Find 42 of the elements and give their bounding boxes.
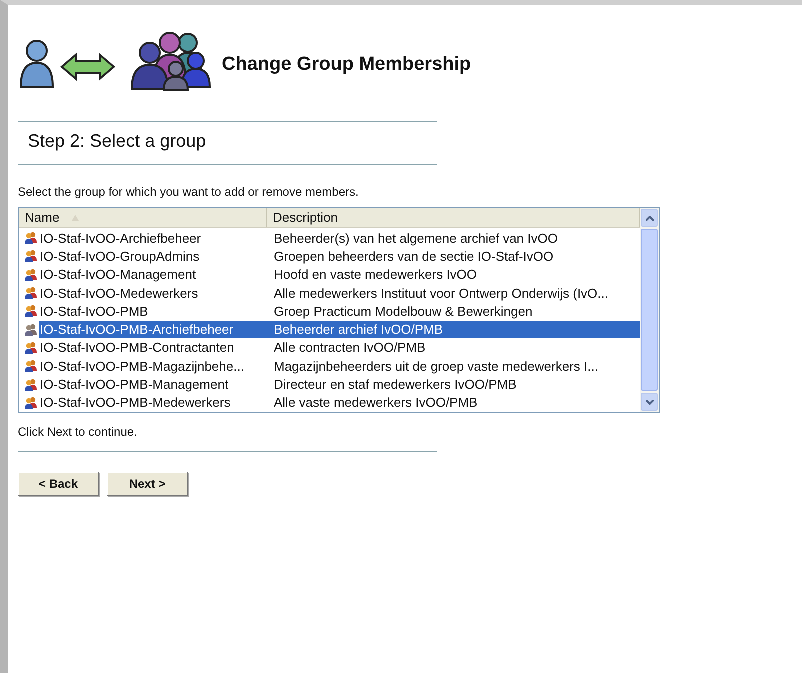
group-icon [24, 232, 38, 244]
group-name[interactable]: IO-Staf-IvOO-PMB-Medewerkers [39, 394, 268, 412]
group-description[interactable]: Groep Practicum Modelbouw & Bewerkingen [268, 302, 640, 320]
group-icon [24, 305, 38, 318]
page-title: Change Group Membership [222, 54, 472, 76]
group-description[interactable]: Alle medewerkers Instituut voor Ontwerp Onderwijs (IvO... [268, 284, 640, 302]
group-icon [24, 378, 38, 391]
instruction-text: Select the group for which you want to add or remove members. [18, 185, 360, 199]
group-name[interactable]: IO-Staf-IvOO-GroupAdmins [39, 248, 268, 265]
wizard-button[interactable]: < Back [18, 472, 99, 496]
group-name[interactable]: IO-Staf-IvOO-PMB-Magazijnbehe... [39, 358, 268, 375]
wizard-button[interactable]: Next > [107, 472, 188, 496]
group-name[interactable]: IO-Staf-IvOO-PMB-Archiefbeheer [39, 321, 268, 338]
group-name[interactable]: IO-Staf-IvOO-Archiefbeheer [39, 230, 268, 247]
group-icon [24, 396, 38, 409]
hint-text: Click Next to continue. [18, 425, 138, 439]
scroll-thumb[interactable] [641, 229, 658, 391]
group-description[interactable]: Alle contracten IvOO/PMB [268, 339, 640, 356]
group-icon [24, 324, 38, 336]
chevron-up-icon [646, 216, 654, 220]
group-description[interactable]: Magazijnbeheerders uit de groep vaste medewerkers I... [268, 358, 640, 375]
group-description[interactable]: Beheerder archief IvOO/PMB [268, 321, 640, 338]
scroll-up-button[interactable] [641, 209, 658, 227]
group-name[interactable]: IO-Staf-IvOO-Medewerkers [39, 284, 268, 302]
group-icon [24, 287, 38, 300]
step-title: Step 2: Select a group [27, 130, 208, 153]
group-icon [24, 360, 38, 372]
group-icon [24, 268, 38, 281]
group-description[interactable]: Hoofd en vaste medewerkers IvOO [268, 266, 640, 284]
group-name[interactable]: IO-Staf-IvOO-PMB [39, 302, 268, 320]
group-name[interactable]: IO-Staf-IvOO-PMB-Contractanten [39, 339, 268, 356]
group-name[interactable]: IO-Staf-IvOO-PMB-Management [39, 376, 268, 394]
group-icon [24, 342, 38, 354]
group-name[interactable]: IO-Staf-IvOO-Management [39, 266, 268, 284]
column-header[interactable]: Name [19, 208, 267, 227]
group-icon [24, 250, 38, 262]
group-description[interactable]: Beheerder(s) van het algemene archief van IvOO [268, 230, 640, 247]
chevron-down-icon [646, 400, 654, 404]
scroll-down-button[interactable] [641, 393, 658, 411]
group-description[interactable]: Alle vaste medewerkers IvOO/PMB [268, 394, 640, 412]
group-description[interactable]: Directeur en staf medewerkers IvOO/PMB [268, 376, 640, 394]
group-description[interactable]: Groepen beheerders van de sectie IO-Staf-IvOO [268, 248, 640, 265]
